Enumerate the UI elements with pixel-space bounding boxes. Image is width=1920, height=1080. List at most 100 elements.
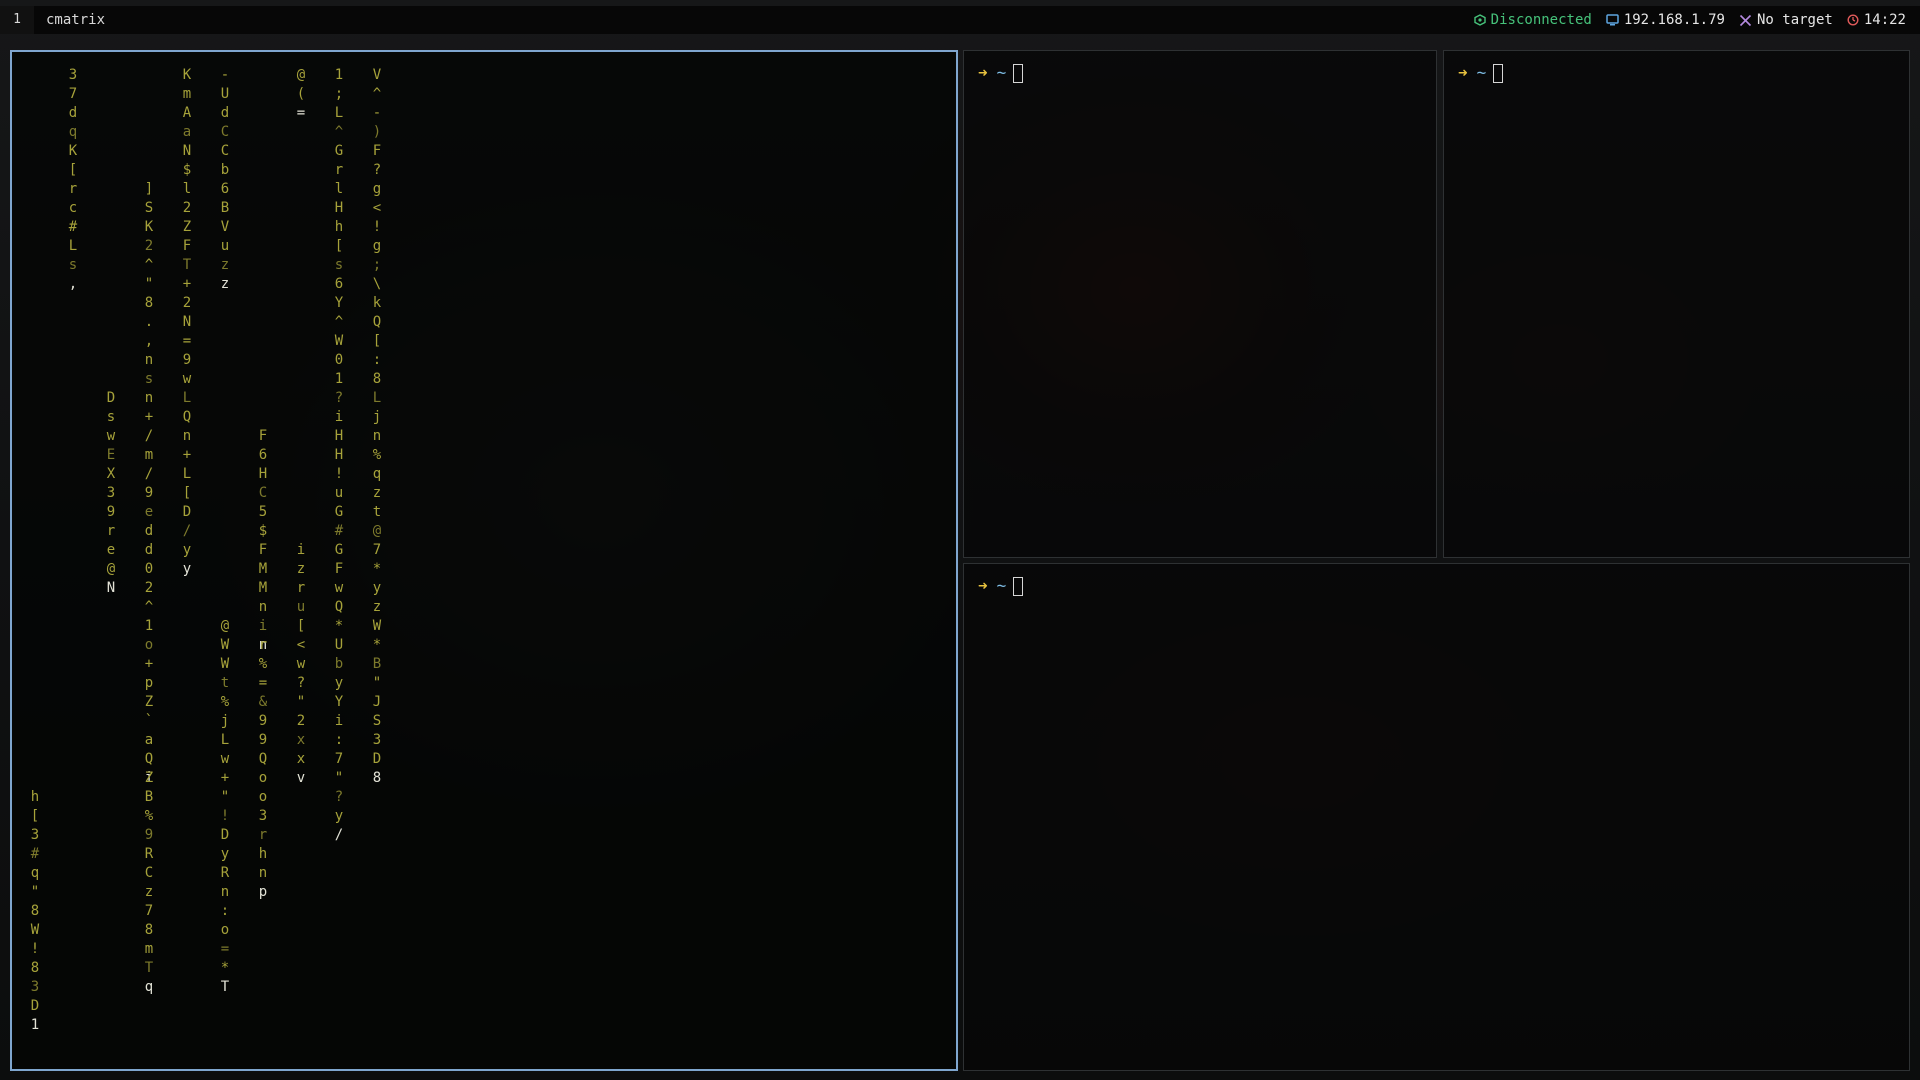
matrix-glyph: @ [220,618,230,634]
workspace-indicator[interactable]: 1 [0,6,34,34]
matrix-glyph: F [372,143,382,159]
matrix-glyph: + [182,447,192,463]
matrix-glyph: n [144,352,154,368]
matrix-glyph: : [334,732,344,748]
matrix-glyph: n [258,865,268,881]
matrix-glyph: [ [68,162,78,178]
terminal-pane-bottom-right[interactable]: ➜ ~ [963,563,1910,1071]
terminal-pane-cmatrix[interactable]: h[3 # q " 8 W! 8 3 D 1 3 7 d q K[r c # Ls, Ds w E X 3 9 r e @ N] S K… [10,50,958,1071]
matrix-glyph: ; [372,257,382,273]
matrix-glyph: V [372,67,382,83]
matrix-glyph: i [334,713,344,729]
ip-address-label: 192.168.1.79 [1623,12,1725,28]
matrix-glyph: 3 [106,485,116,501]
shell-prompt[interactable]: ➜ ~ [1458,63,1504,83]
matrix-glyph: A [182,105,192,121]
matrix-glyph: w [220,751,230,767]
matrix-column: r% = & 9 9 Qo o 3 r h n p [254,636,272,902]
matrix-glyph: D [30,998,40,1014]
matrix-column: F 6 H C 5 $ F M Mn i n [254,427,272,655]
matrix-glyph: y [220,846,230,862]
matrix-glyph: ` [144,713,154,729]
connection-status[interactable]: Disconnected [1473,6,1592,34]
matrix-glyph: Y [334,295,344,311]
matrix-glyph: ( [296,86,306,102]
matrix-glyph: 0 [334,352,344,368]
matrix-glyph: [ [296,618,306,634]
matrix-glyph: 6 [334,276,344,292]
matrix-glyph: w [106,428,116,444]
terminal-pane-top-middle[interactable]: ➜ ~ [963,50,1437,558]
target-status[interactable]: No target [1739,6,1833,34]
matrix-glyph: o [258,770,268,786]
shell-prompt[interactable]: ➜ ~ [978,63,1024,83]
matrix-glyph: l [334,181,344,197]
matrix-glyph: 8 [372,371,382,387]
matrix-glyph: r [334,162,344,178]
matrix-glyph: z [220,276,230,292]
monitor-icon [1606,14,1619,26]
matrix-glyph: r [258,827,268,843]
matrix-glyph: - [220,67,230,83]
matrix-glyph: , [68,276,78,292]
matrix-glyph [64,1035,82,1054]
matrix-glyph: , [144,333,154,349]
matrix-glyph: % [220,694,230,710]
matrix-glyph: Q [334,599,344,615]
matrix-glyph: S [372,713,382,729]
matrix-glyph: x [296,751,306,767]
matrix-glyph: ] [144,181,154,197]
matrix-glyph: L [182,466,192,482]
matrix-glyph [64,997,82,1016]
matrix-glyph: / [144,466,154,482]
matrix-glyph [64,921,82,940]
matrix-glyph: y [334,808,344,824]
matrix-glyph: 3 [30,979,40,995]
matrix-glyph: @ [296,67,306,83]
matrix-glyph: * [334,618,344,634]
matrix-glyph: 3 [372,732,382,748]
matrix-glyph: t [372,504,382,520]
matrix-glyph: z [372,485,382,501]
ip-address[interactable]: 192.168.1.79 [1606,6,1725,34]
matrix-glyph: N [106,580,116,596]
matrix-glyph: e [144,504,154,520]
matrix-glyph: F [258,542,268,558]
matrix-glyph: $ [258,523,268,539]
matrix-glyph: C [220,143,230,159]
matrix-glyph: s [334,257,344,273]
desktop: 1 cmatrix Disconnected 192.168.1.79 No t… [0,0,1920,1080]
matrix-glyph [64,902,82,921]
matrix-glyph: V [220,219,230,235]
matrix-glyph: # [334,523,344,539]
matrix-glyph: w [296,656,306,672]
matrix-glyph: 7 [372,542,382,558]
matrix-glyph: " [372,675,382,691]
matrix-glyph: 9 [144,485,154,501]
matrix-glyph: $ [182,162,192,178]
matrix-glyph: 2 [182,200,192,216]
matrix-glyph: g [372,181,382,197]
clock[interactable]: 14:22 [1847,6,1906,34]
matrix-glyph: c [68,200,78,216]
crossed-swords-icon [1739,14,1752,27]
matrix-glyph: i [258,618,268,634]
matrix-glyph: r [296,580,306,596]
prompt-directory: ~ [996,576,1007,595]
matrix-glyph: T [220,979,230,995]
matrix-glyph: C [144,865,154,881]
terminal-pane-top-right[interactable]: ➜ ~ [1443,50,1910,558]
matrix-glyph: ! [220,808,230,824]
matrix-glyph: Z [182,219,192,235]
shell-prompt[interactable]: ➜ ~ [978,576,1024,596]
matrix-glyph: F [334,561,344,577]
matrix-glyph: Z [144,694,154,710]
matrix-glyph: = [182,333,192,349]
matrix-glyph: q [68,124,78,140]
matrix-glyph: j [372,409,382,425]
matrix-glyph: 1 [144,618,154,634]
matrix-glyph: R [144,846,154,862]
matrix-glyph: + [220,770,230,786]
text-cursor [1013,576,1024,596]
matrix-glyph: 9 [258,732,268,748]
